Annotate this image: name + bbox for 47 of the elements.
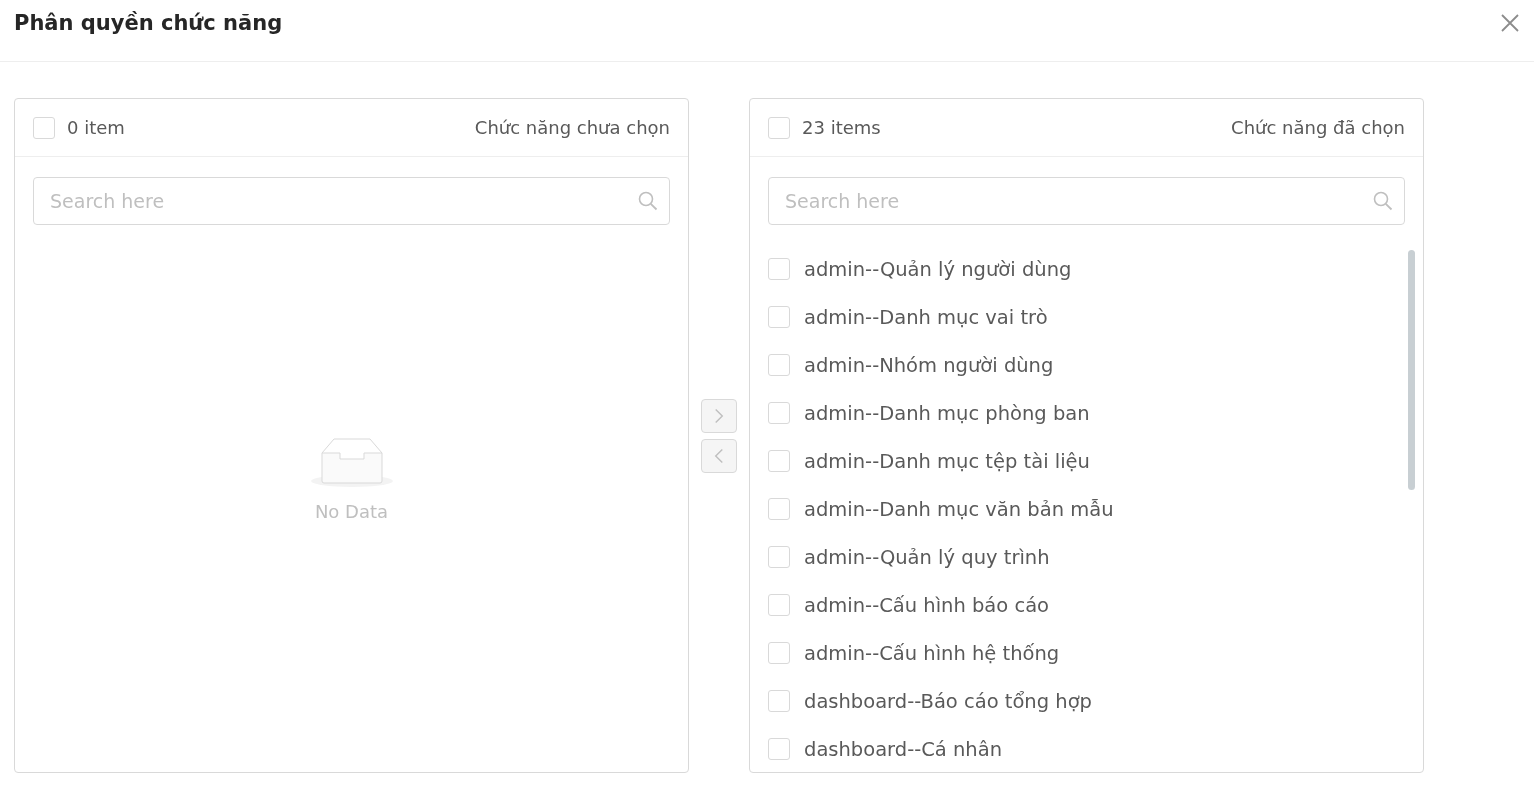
- select-all-checkbox[interactable]: [768, 116, 790, 139]
- item-label: admin--Quản lý quy trình: [804, 545, 1050, 569]
- item-checkbox[interactable]: [768, 354, 790, 376]
- item-count: 23 items: [802, 117, 881, 138]
- panel-title: Chức năng chưa chọn: [474, 117, 670, 138]
- item-checkbox[interactable]: [768, 642, 790, 664]
- search-field[interactable]: Search here: [768, 177, 1405, 225]
- item-checkbox[interactable]: [768, 402, 790, 424]
- item-label: admin--Danh mục vai trò: [804, 305, 1048, 329]
- item-label: admin--Cấu hình báo cáo: [804, 593, 1050, 617]
- list-item[interactable]: admin--Danh mục văn bản mẫu: [750, 485, 1423, 533]
- empty-text: No Data: [314, 501, 389, 522]
- search-field[interactable]: Search here: [33, 177, 670, 225]
- scrollbar[interactable]: [1408, 250, 1415, 490]
- item-checkbox[interactable]: [768, 450, 790, 472]
- list-item[interactable]: admin--Quản lý quy trình: [750, 533, 1423, 581]
- item-label: admin--Nhóm người dùng: [804, 353, 1054, 377]
- item-checkbox[interactable]: [768, 690, 790, 712]
- item-label: dashboard--Cá nhân: [804, 737, 1003, 761]
- item-label: admin--Danh mục phòng ban: [804, 401, 1090, 425]
- panel-title: Chức năng đã chọn: [1231, 117, 1405, 138]
- list-item[interactable]: dashboard--Cá nhân: [750, 725, 1423, 772]
- item-checkbox[interactable]: [768, 546, 790, 568]
- item-label: admin--Cấu hình hệ thống: [804, 641, 1060, 665]
- item-checkbox[interactable]: [768, 498, 790, 520]
- select-all-checkbox[interactable]: [33, 116, 55, 139]
- item-label: dashboard--Báo cáo tổng hợp: [804, 689, 1092, 713]
- item-label: admin--Danh mục tệp tài liệu: [804, 449, 1090, 473]
- list-item[interactable]: dashboard--Báo cáo tổng hợp: [750, 677, 1423, 725]
- item-checkbox[interactable]: [768, 738, 790, 760]
- list-item[interactable]: admin--Danh mục tệp tài liệu: [750, 437, 1423, 485]
- search-icon: [638, 191, 658, 211]
- item-label: admin--Danh mục văn bản mẫu: [804, 497, 1114, 521]
- list-item[interactable]: admin--Quản lý người dùng: [750, 245, 1423, 293]
- list-item[interactable]: admin--Danh mục vai trò: [750, 293, 1423, 341]
- list-item[interactable]: admin--Cấu hình báo cáo: [750, 581, 1423, 629]
- item-checkbox[interactable]: [768, 306, 790, 328]
- item-checkbox[interactable]: [768, 594, 790, 616]
- item-count: 0 item: [67, 117, 125, 138]
- list-item[interactable]: admin--Nhóm người dùng: [750, 341, 1423, 389]
- dialog-title: Phân quyền chức năng: [14, 10, 283, 35]
- search-icon: [1373, 191, 1393, 211]
- list-item[interactable]: admin--Cấu hình hệ thống: [750, 629, 1423, 677]
- empty-box-icon: [309, 435, 394, 489]
- item-label: admin--Quản lý người dùng: [804, 257, 1072, 281]
- list-item[interactable]: admin--Danh mục phòng ban: [750, 389, 1423, 437]
- item-checkbox[interactable]: [768, 258, 790, 280]
